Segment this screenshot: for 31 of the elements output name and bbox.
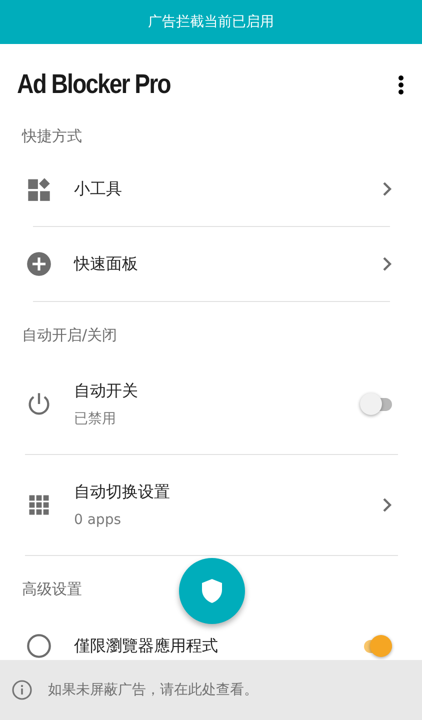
status-banner: 广告拦截当前已启用 (0, 0, 422, 44)
chevron-right-icon (382, 256, 392, 272)
circle-icon (26, 632, 52, 658)
toggle-switch[interactable] (360, 393, 392, 415)
list-item[interactable]: 僅限瀏覽器應用程式 (0, 608, 422, 660)
notice-bar[interactable]: 如果未屏蔽广告，请在此处查看。 (0, 660, 422, 720)
section-header: 自动开启/关闭 (22, 324, 118, 346)
widgets-icon (26, 176, 52, 202)
info-icon (12, 680, 32, 700)
item-subtitle: 已禁用 (74, 410, 117, 428)
notice-text: 如果未屏蔽广告，请在此处查看。 (48, 680, 258, 700)
item-title: 小工具 (74, 178, 123, 200)
item-title: 自动开关 (74, 380, 139, 402)
chevron-right-icon (382, 497, 392, 513)
item-title: 自动切换设置 (74, 480, 171, 502)
add-circle-icon (26, 250, 52, 276)
chevron-right-icon (382, 180, 392, 196)
more-icon (398, 75, 404, 96)
shield-icon (201, 578, 223, 604)
item-subtitle: 0 apps (74, 510, 122, 530)
list-item[interactable]: 自动开关 已禁用 (0, 354, 422, 454)
power-icon (26, 391, 52, 417)
list-item[interactable]: 自动切换设置 0 apps (0, 455, 422, 555)
app-title: Ad Blocker Pro (17, 68, 170, 102)
shield-button[interactable] (179, 558, 245, 624)
section-header: 快捷方式 (22, 126, 82, 147)
section-header: 高级设置 (22, 579, 82, 600)
item-title: 僅限瀏覽器應用程式 (74, 634, 219, 656)
list-item[interactable]: 小工具 (0, 152, 422, 226)
item-title: 快速面板 (74, 252, 139, 274)
list-item[interactable]: 快速面板 (0, 226, 422, 300)
